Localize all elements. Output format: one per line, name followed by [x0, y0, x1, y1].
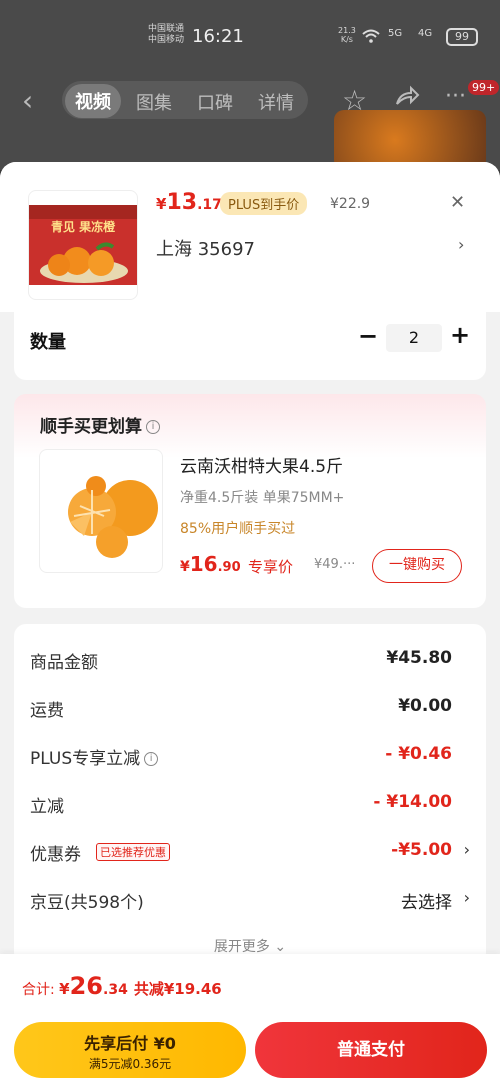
summary-label: 商品金额 [30, 653, 98, 673]
upsell-card: 顺手买更划算 i 云南沃柑特大果4.5斤 净重4.5斤装 单果75MM+ 85%用… [14, 394, 486, 608]
upsell-price-integer: 16 [189, 552, 218, 576]
summary-row-goods: 商品金额 ¥45.80 [30, 648, 452, 678]
product-price: ¥13.17 [156, 190, 222, 215]
more-badge: 99+ [468, 80, 500, 95]
signal-4g-icon: 4G [418, 28, 433, 39]
product-image: 青见 果冻橙 [28, 190, 138, 300]
upsell-title-text: 顺手买更划算 [40, 417, 142, 437]
summary-value: -¥5.00 [391, 840, 452, 860]
chevron-right-icon[interactable]: › [464, 888, 470, 907]
summary-label: 优惠券 [30, 845, 81, 865]
chevron-right-icon[interactable]: › [458, 235, 464, 254]
background-product-thumbnail [334, 110, 486, 170]
pay-later-title: 先享后付 ¥0 [84, 1034, 176, 1053]
summary-row-shipping: 运费 ¥0.00 [30, 696, 452, 726]
summary-value[interactable]: 去选择 [401, 888, 452, 913]
summary-label: 京豆(共598个) [30, 893, 144, 913]
quantity-input[interactable]: 2 [386, 324, 442, 352]
one-click-buy-button[interactable]: 一键购买 [372, 549, 462, 583]
status-bar: 中国联通 中国移动 16:21 21.3 K/s 5G 4G 99 [0, 22, 500, 52]
upsell-title: 顺手买更划算 i [40, 412, 160, 437]
upsell-price-label: 专享价 [248, 558, 294, 576]
clock: 16:21 [192, 26, 244, 47]
summary-label-text: PLUS专享立减 [30, 749, 141, 769]
total-currency: ¥ [59, 980, 70, 998]
summary-label: 运费 [30, 701, 64, 721]
pay-later-button[interactable]: 先享后付 ¥0 满5元减0.36元 [14, 1022, 246, 1078]
upsell-price-currency: ¥ [180, 559, 190, 575]
signal-5g-icon: 5G [388, 28, 403, 39]
price-currency: ¥ [156, 195, 167, 213]
quantity-row: 数量 − 2 + [14, 312, 486, 380]
carrier-names: 中国联通 中国移动 [148, 24, 184, 46]
delivery-location[interactable]: 上海 35697 [156, 235, 255, 261]
summary-value: ¥45.80 [386, 648, 452, 668]
tab-gallery[interactable]: 图集 [136, 89, 172, 115]
summary-value: ¥0.00 [398, 696, 452, 716]
product-image-brand: 青见 果冻橙 [51, 219, 116, 234]
tab-reviews[interactable]: 口碑 [197, 89, 233, 115]
close-icon[interactable]: ✕ [450, 192, 465, 213]
upsell-product-name[interactable]: 云南沃柑特大果4.5斤 [180, 452, 343, 477]
summary-value: - ¥14.00 [373, 792, 452, 812]
order-sheet: 青见 果冻橙 ¥13.17 PLUS到手价 ¥22.9 ✕ 上海 35697 ›… [0, 162, 500, 1083]
chevron-down-icon: ⌄ [269, 939, 287, 955]
net-speed-value: 21.3 [338, 26, 356, 35]
summary-label: 立减 [30, 797, 64, 817]
quantity-minus-button[interactable]: − [358, 322, 378, 350]
normal-pay-button[interactable]: 普通支付 [255, 1022, 487, 1078]
summary-value: - ¥0.46 [385, 744, 452, 764]
info-icon[interactable]: i [144, 752, 159, 766]
tab-details[interactable]: 详情 [258, 89, 294, 115]
total-integer: 26 [69, 972, 104, 1000]
info-icon[interactable]: i [146, 420, 160, 434]
total-line: 合计: ¥26.34 共减¥19.46 [22, 972, 222, 1000]
chevron-right-icon[interactable]: › [464, 840, 470, 859]
upsell-product-image[interactable] [39, 449, 163, 573]
upsell-price-decimal: .90 [217, 560, 241, 575]
checkout-footer: 合计: ¥26.34 共减¥19.46 先享后付 ¥0 满5元减0.36元 普通支… [0, 954, 500, 1083]
pay-later-subtitle: 满5元减0.36元 [88, 1057, 172, 1071]
price-decimal: .17 [197, 197, 222, 213]
wifi-icon [362, 28, 380, 47]
top-tabs: 视频 图集 口碑 详情 [62, 81, 308, 119]
background-page: 中国联通 中国移动 16:21 21.3 K/s 5G 4G 99 ‹ 视频 图… [0, 0, 500, 170]
total-decimal: .34 [103, 982, 128, 998]
tab-video[interactable]: 视频 [65, 84, 121, 118]
battery-icon: 99 [446, 28, 478, 46]
carrier-2: 中国移动 [148, 35, 185, 45]
summary-row-instant-discount: 立减 - ¥14.00 [30, 792, 452, 822]
upsell-price: ¥16.90 [180, 552, 241, 576]
summary-row-jingdou[interactable]: 京豆(共598个) 去选择 › [30, 888, 470, 918]
summary-row-coupon[interactable]: 优惠券 已选推荐优惠 -¥5.00 › [30, 840, 470, 870]
total-label: 合计: [22, 982, 60, 998]
upsell-product-spec: 净重4.5斤装 单果75MM+ [180, 490, 345, 506]
product-header: 青见 果冻橙 ¥13.17 PLUS到手价 ¥22.9 ✕ 上海 35697 › [0, 162, 500, 312]
expand-more-link[interactable]: 展开更多 ⌄ [14, 936, 486, 956]
plus-price-tag: PLUS到手价 [220, 192, 308, 215]
carrier-1: 中国联通 [148, 24, 185, 34]
net-speed-unit: K/s [340, 35, 353, 44]
network-speed: 21.3 K/s [338, 26, 356, 44]
back-icon[interactable]: ‹ [22, 84, 33, 117]
summary-row-plus-discount: PLUS专享立减 i - ¥0.46 [30, 744, 452, 774]
quantity-plus-button[interactable]: + [450, 321, 470, 349]
more-icon[interactable]: ··· [445, 84, 466, 109]
total-saved: 共减¥19.46 [133, 980, 222, 998]
expand-more-text: 展开更多 [213, 939, 270, 955]
upsell-original-price: ¥49.··· [314, 557, 356, 572]
original-price: ¥22.9 [330, 196, 371, 212]
upsell-users-note: 85%用户顺手买过 [180, 521, 296, 537]
summary-label: PLUS专享立减 i [30, 744, 159, 769]
price-summary: 商品金额 ¥45.80 运费 ¥0.00 PLUS专享立减 i - ¥0.46 立… [14, 624, 486, 964]
coupon-recommended-tag: 已选推荐优惠 [96, 843, 170, 861]
quantity-label: 数量 [30, 332, 66, 353]
price-integer: 13 [166, 190, 198, 215]
